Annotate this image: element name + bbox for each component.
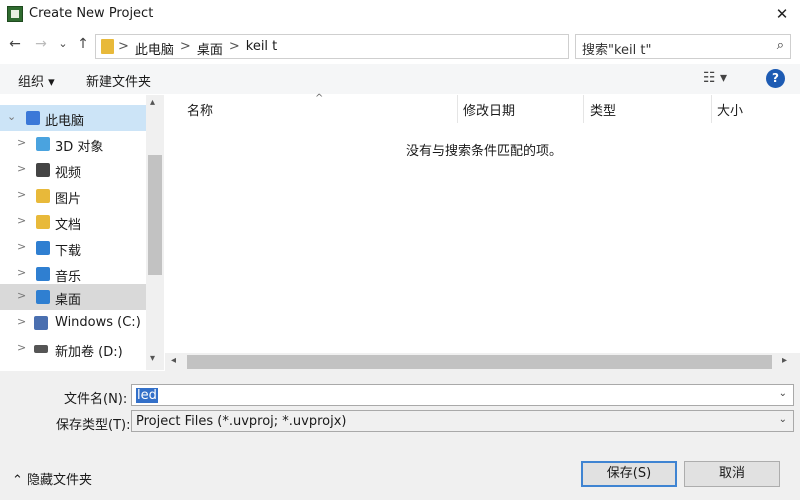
search-input[interactable]: 搜索"keil t" ⌕ <box>575 34 791 59</box>
nav-item-label: Windows (C:) <box>55 315 141 330</box>
column-divider[interactable] <box>583 95 584 123</box>
nav-item-label: 下载 <box>55 244 82 259</box>
nav-item-downloads[interactable]: > 下载 <box>0 235 146 261</box>
nav-item-documents[interactable]: > 文档 <box>0 209 146 235</box>
organize-menu[interactable]: 组织 ▾ <box>18 71 55 90</box>
desktop-icon <box>36 290 50 304</box>
nav-item-label: 视频 <box>55 166 82 181</box>
nav-item-drive-c[interactable]: > Windows (C:) <box>0 310 146 336</box>
title-bar: Create New Project ✕ <box>0 0 800 30</box>
window-title: Create New Project <box>29 6 154 21</box>
breadcrumb-desktop[interactable]: 桌面 <box>197 39 223 58</box>
chevron-down-icon[interactable]: ⌄ <box>779 414 787 425</box>
chevron-right-icon[interactable]: > <box>17 162 26 175</box>
breadcrumb-keil-t[interactable]: keil t <box>246 39 278 58</box>
column-divider[interactable] <box>457 95 458 123</box>
address-row: ← → ⌄ ↑ > 此电脑 > 桌面 > keil t ⌄ ↻ 搜索"keil … <box>0 32 800 62</box>
nav-item-label: 文档 <box>55 218 82 233</box>
close-button[interactable]: ✕ <box>770 3 794 25</box>
computer-icon <box>26 111 40 125</box>
scroll-right-icon[interactable]: ▸ <box>782 355 787 366</box>
filetype-select[interactable]: Project Files (*.uvproj; *.uvprojx) ⌄ <box>131 410 794 432</box>
nav-item-pictures[interactable]: > 图片 <box>0 183 146 209</box>
nav-item-label: 图片 <box>55 192 82 207</box>
filename-selected-text: led <box>136 388 158 403</box>
hide-folders-toggle[interactable]: ⌃ 隐藏文件夹 <box>12 469 92 488</box>
breadcrumb: > 此电脑 > 桌面 > keil t <box>118 39 277 58</box>
chevron-right-icon[interactable]: > <box>17 315 26 328</box>
column-divider[interactable] <box>711 95 712 123</box>
file-list-scrollbar[interactable]: ◂ ▸ <box>165 353 800 371</box>
scroll-down-icon[interactable]: ▾ <box>150 353 155 364</box>
filename-field[interactable]: led ⌄ <box>131 384 794 406</box>
back-arrow-icon[interactable]: ← <box>6 36 24 52</box>
chevron-right-icon[interactable]: > <box>17 289 26 302</box>
cancel-button[interactable]: 取消 <box>684 461 780 487</box>
empty-results-message: 没有与搜索条件匹配的项。 <box>406 144 563 159</box>
breadcrumb-this-pc[interactable]: 此电脑 <box>135 39 174 58</box>
nav-item-label: 此电脑 <box>45 114 85 129</box>
recent-locations-icon[interactable]: ⌄ <box>54 37 72 50</box>
nav-item-label: 桌面 <box>55 293 82 308</box>
sort-ascending-icon: ^ <box>315 93 324 104</box>
keil-app-icon <box>7 6 23 22</box>
video-icon <box>36 163 50 177</box>
column-name[interactable]: 名称 <box>187 100 213 119</box>
music-icon <box>36 267 50 281</box>
save-form-area: 文件名(N): led ⌄ 保存类型(T): Project Files (*.… <box>0 371 800 500</box>
up-arrow-icon[interactable]: ↑ <box>74 36 92 52</box>
downloads-icon <box>36 241 50 255</box>
chevron-right-icon[interactable]: > <box>17 240 26 253</box>
navigation-pane: ⌄ 此电脑 > 3D 对象 > 视频 > 图片 > 文档 > 下载 > 音乐 >… <box>0 95 146 370</box>
search-icon[interactable]: ⌕ <box>777 38 784 53</box>
nav-item-videos[interactable]: > 视频 <box>0 157 146 183</box>
breadcrumb-separator: > <box>118 39 129 54</box>
chevron-right-icon[interactable]: > <box>17 266 26 279</box>
nav-item-label: 新加卷 (D:) <box>55 345 123 360</box>
chevron-right-icon[interactable]: > <box>17 214 26 227</box>
drive-c-icon <box>34 316 48 330</box>
command-toolbar: 组织 ▾ 新建文件夹 ☷ ▾ ? <box>0 64 800 94</box>
column-date-modified[interactable]: 修改日期 <box>463 100 515 119</box>
scrollbar-thumb[interactable] <box>148 155 162 275</box>
filetype-label: 保存类型(T): <box>56 418 131 433</box>
column-size[interactable]: 大小 <box>717 100 743 119</box>
nav-item-label: 音乐 <box>55 270 82 285</box>
file-list-header: ^ 名称 修改日期 类型 大小 <box>165 93 800 123</box>
scroll-up-icon[interactable]: ▴ <box>150 97 155 108</box>
chevron-right-icon[interactable]: > <box>17 188 26 201</box>
chevron-right-icon[interactable]: > <box>17 136 26 149</box>
nav-item-this-pc[interactable]: ⌄ 此电脑 <box>0 105 146 131</box>
nav-item-label: 3D 对象 <box>55 140 104 155</box>
filename-value: led <box>136 388 158 403</box>
nav-item-desktop[interactable]: > 桌面 <box>0 284 146 310</box>
breadcrumb-separator: > <box>179 39 191 54</box>
chevron-down-icon[interactable]: ⌄ <box>7 110 16 123</box>
3d-objects-icon <box>36 137 50 151</box>
scrollbar-thumb[interactable] <box>187 355 772 369</box>
nav-item-drive-d[interactable]: > 新加卷 (D:) <box>0 336 146 362</box>
scroll-left-icon[interactable]: ◂ <box>171 355 176 366</box>
forward-arrow-icon[interactable]: → <box>32 36 50 52</box>
breadcrumb-separator: > <box>228 39 240 54</box>
chevron-down-icon[interactable]: ⌄ <box>779 388 787 399</box>
documents-icon <box>36 215 50 229</box>
drive-d-icon <box>34 345 48 353</box>
nav-item-3d-objects[interactable]: > 3D 对象 <box>0 131 146 157</box>
pictures-icon <box>36 189 50 203</box>
filetype-value: Project Files (*.uvproj; *.uvprojx) <box>136 414 347 429</box>
filename-label: 文件名(N): <box>64 392 128 407</box>
view-options-icon[interactable]: ☷ ▾ <box>703 70 727 86</box>
folder-icon <box>101 39 114 54</box>
new-folder-button[interactable]: 新建文件夹 <box>86 71 151 90</box>
chevron-right-icon[interactable]: > <box>17 341 26 354</box>
navigation-scrollbar[interactable]: ▴ ▾ <box>146 95 164 370</box>
save-button[interactable]: 保存(S) <box>581 461 677 487</box>
column-type[interactable]: 类型 <box>590 100 616 119</box>
address-bar[interactable]: > 此电脑 > 桌面 > keil t ⌄ ↻ <box>95 34 659 59</box>
search-placeholder: 搜索"keil t" <box>582 43 652 58</box>
help-icon[interactable]: ? <box>766 69 785 88</box>
